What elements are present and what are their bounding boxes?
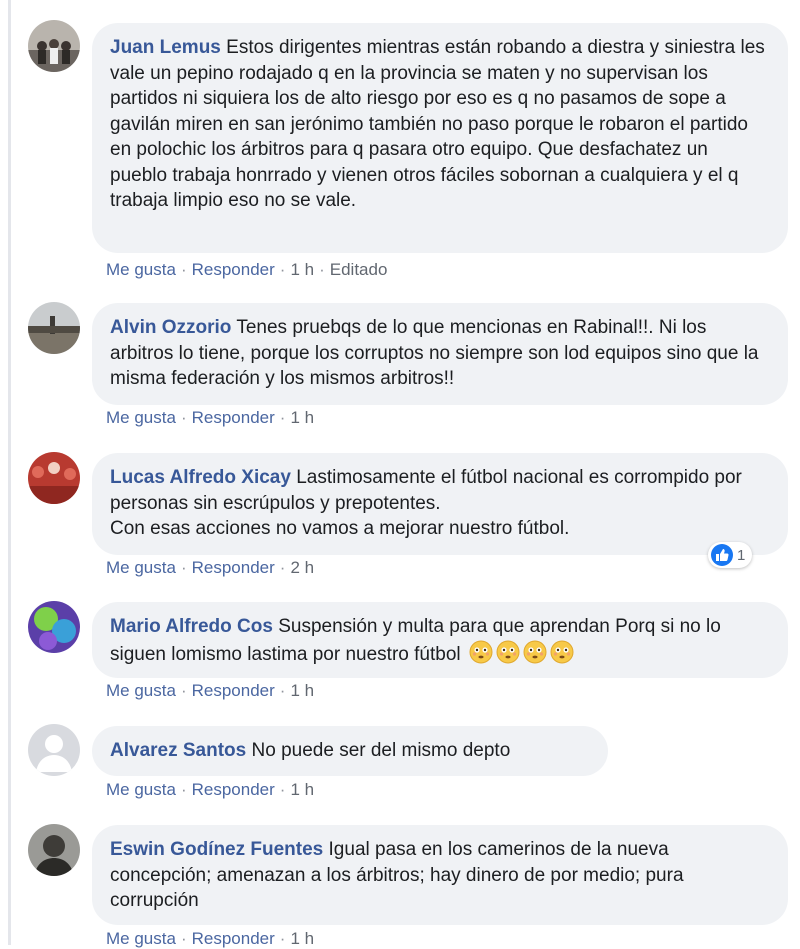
avatar[interactable]	[28, 724, 80, 776]
like-link[interactable]: Me gusta	[106, 929, 176, 948]
avatar[interactable]	[28, 452, 80, 504]
thread-line	[8, 0, 11, 945]
comment-actions: Me gusta · Responder · 1 h	[106, 408, 315, 427]
avatar[interactable]	[28, 302, 80, 354]
avatar[interactable]	[28, 20, 80, 72]
comment-text: No puede ser del mismo depto	[251, 740, 511, 761]
reaction-count: 1	[737, 546, 746, 564]
comment-time[interactable]: 1 h	[290, 681, 314, 700]
like-link[interactable]: Me gusta	[106, 780, 176, 799]
flushed-face-icon	[520, 640, 547, 665]
comment-author[interactable]: Alvarez Santos	[110, 740, 246, 761]
reply-link[interactable]: Responder	[192, 260, 275, 279]
avatar[interactable]	[28, 601, 80, 653]
thumbs-up-icon	[711, 544, 733, 566]
comment-bubble: Lucas Alfredo Xicay Lastimosamente el fú…	[92, 453, 788, 555]
comment-bubble: Mario Alfredo Cos Suspensión y multa par…	[92, 602, 788, 678]
comment-bubble: Eswin Godínez Fuentes Igual pasa en los …	[92, 825, 788, 925]
comment-time[interactable]: 1 h	[290, 929, 314, 948]
comment-actions: Me gusta · Responder · 1 h	[106, 780, 315, 799]
comment-author[interactable]: Eswin Godínez Fuentes	[110, 839, 323, 860]
comment-actions: Me gusta · Responder · 1 h · Editado	[106, 260, 388, 279]
comment-bubble: Juan Lemus Estos dirigentes mientras est…	[92, 23, 788, 253]
flushed-face-icon	[466, 640, 493, 665]
comment-time[interactable]: 1 h	[290, 260, 314, 279]
reply-link[interactable]: Responder	[192, 558, 275, 577]
comment-actions: Me gusta · Responder · 1 h	[106, 681, 315, 700]
avatar[interactable]	[28, 824, 80, 876]
comment-author[interactable]: Alvin Ozzorio	[110, 317, 231, 338]
comment-time[interactable]: 1 h	[290, 780, 314, 799]
comment-author[interactable]: Mario Alfredo Cos	[110, 616, 273, 637]
comment-author[interactable]: Lucas Alfredo Xicay	[110, 467, 291, 488]
like-link[interactable]: Me gusta	[106, 260, 176, 279]
like-link[interactable]: Me gusta	[106, 681, 176, 700]
reply-link[interactable]: Responder	[192, 681, 275, 700]
reply-link[interactable]: Responder	[192, 780, 275, 799]
edited-label[interactable]: Editado	[330, 260, 388, 279]
comment-time[interactable]: 1 h	[290, 408, 314, 427]
comment-author[interactable]: Juan Lemus	[110, 37, 221, 58]
comment-actions: Me gusta · Responder · 2 h	[106, 558, 315, 577]
comment-actions: Me gusta · Responder · 1 h	[106, 929, 315, 948]
comment-time[interactable]: 2 h	[290, 558, 314, 577]
comment-text: Estos dirigentes mientras están robando …	[110, 37, 765, 211]
comment-text-line2: Con esas acciones no vamos a mejorar nue…	[110, 518, 570, 539]
reply-link[interactable]: Responder	[192, 408, 275, 427]
flushed-face-icon	[547, 640, 574, 665]
flushed-face-icon	[493, 640, 520, 665]
like-link[interactable]: Me gusta	[106, 408, 176, 427]
like-link[interactable]: Me gusta	[106, 558, 176, 577]
comment-bubble: Alvin Ozzorio Tenes pruebqs de lo que me…	[92, 303, 788, 405]
reaction-summary[interactable]: 1	[708, 542, 753, 568]
comment-bubble: Alvarez Santos No puede ser del mismo de…	[92, 726, 608, 776]
reply-link[interactable]: Responder	[192, 929, 275, 948]
